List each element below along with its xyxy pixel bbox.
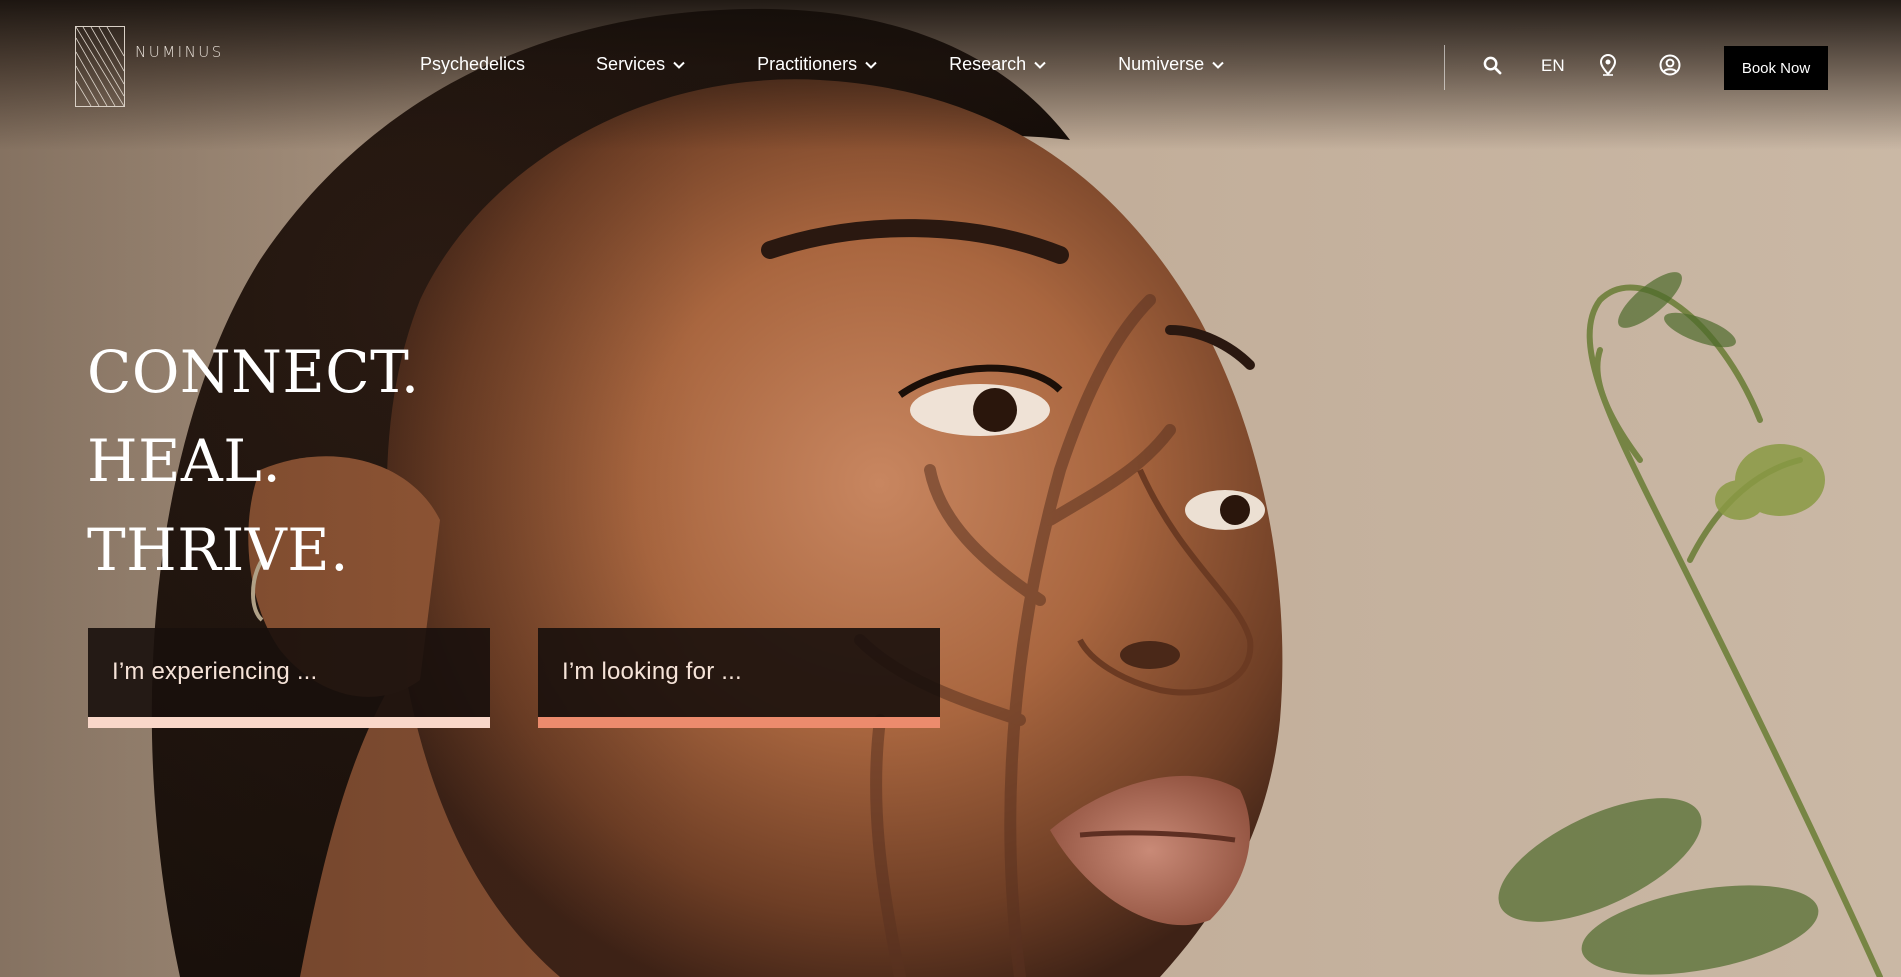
brand-name: NUMINUS bbox=[135, 43, 224, 61]
account-button[interactable] bbox=[1659, 54, 1681, 76]
headline-line-heal: HEAL. bbox=[87, 427, 282, 495]
nav-item-services[interactable]: Services bbox=[596, 54, 686, 75]
site-header: NUMINUS Psychedelics Services Practition… bbox=[0, 0, 1901, 134]
experiencing-label: I’m experiencing ... bbox=[112, 658, 318, 685]
looking-for-label: I’m looking for ... bbox=[562, 658, 742, 685]
chevron-down-icon bbox=[1034, 61, 1046, 69]
location-pin-icon bbox=[1599, 54, 1617, 76]
looking-for-accent-bar bbox=[538, 717, 940, 728]
nav-item-numiverse[interactable]: Numiverse bbox=[1118, 54, 1225, 75]
chevron-down-icon bbox=[673, 61, 685, 69]
experiencing-accent-bar bbox=[88, 717, 490, 728]
nav-item-practitioners[interactable]: Practitioners bbox=[757, 54, 878, 75]
chevron-down-icon bbox=[1212, 61, 1224, 69]
experiencing-selector[interactable]: I’m experiencing ... bbox=[88, 628, 490, 728]
headline-line-thrive: THRIVE. bbox=[87, 516, 350, 584]
page: NUMINUS Psychedelics Services Practition… bbox=[0, 0, 1901, 977]
location-button[interactable] bbox=[1599, 54, 1617, 76]
nav-item-psychedelics[interactable]: Psychedelics bbox=[420, 54, 525, 75]
book-now-button[interactable]: Book Now bbox=[1724, 46, 1828, 90]
brand-logo[interactable]: NUMINUS bbox=[75, 26, 224, 107]
search-button[interactable] bbox=[1483, 56, 1502, 75]
header-divider bbox=[1444, 45, 1445, 90]
hero-headline: CONNECT. HEAL. THRIVE. bbox=[87, 328, 420, 595]
nav-item-label: Research bbox=[949, 54, 1027, 74]
main-nav: Psychedelics Services Practitioners Rese… bbox=[420, 54, 1296, 75]
search-icon bbox=[1483, 56, 1502, 75]
headline-line-connect: CONNECT. bbox=[87, 338, 420, 406]
nav-item-label: Services bbox=[596, 54, 666, 74]
language-selector[interactable]: EN bbox=[1541, 56, 1565, 76]
nav-item-label: Practitioners bbox=[757, 54, 858, 74]
nav-item-research[interactable]: Research bbox=[949, 54, 1047, 75]
chevron-down-icon bbox=[865, 61, 877, 69]
user-account-icon bbox=[1659, 54, 1681, 76]
numinus-logo-icon bbox=[75, 26, 125, 107]
nav-item-label: Psychedelics bbox=[420, 54, 526, 74]
looking-for-selector[interactable]: I’m looking for ... bbox=[538, 628, 940, 728]
nav-item-label: Numiverse bbox=[1118, 54, 1205, 74]
